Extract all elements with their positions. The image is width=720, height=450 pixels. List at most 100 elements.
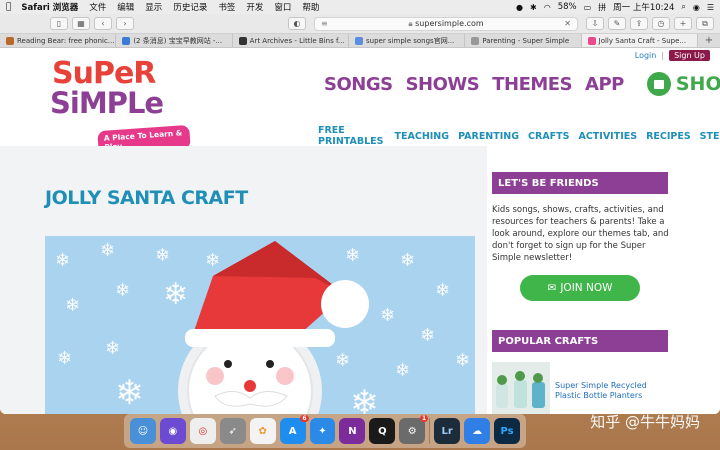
favicon-icon xyxy=(6,36,14,45)
login-link[interactable]: Login xyxy=(635,51,657,60)
subnav-crafts[interactable]: CRAFTS xyxy=(528,131,569,142)
subnav-parenting[interactable]: PARENTING xyxy=(458,131,519,142)
app-store-badge: 6 xyxy=(300,415,309,422)
signup-button[interactable]: Sign Up xyxy=(669,50,710,61)
tab-label: super simple songs官网... xyxy=(365,36,455,45)
tab-bar: Reading Bear: free phonic... (2 条消息) 宝宝早… xyxy=(0,34,720,48)
new-tab-icon[interactable]: + xyxy=(698,34,720,47)
reader-icon[interactable]: ≡ xyxy=(321,19,328,28)
tab-label: Art Archives - Little Bins f... xyxy=(249,36,345,45)
safari-icon[interactable]: ✦ xyxy=(309,418,336,444)
browser-toolbar: ▯ ▦ ‹ › ◐ ≡ 🔒︎ supersimple.com ✕ ⇩ ✎ ⇪ ◷… xyxy=(0,14,720,34)
dock: ☺ ◉ ◎ ➶ ✿ A6 ✦ N Q ⚙ 1 Lr ☁ Ps xyxy=(124,414,526,448)
bluetooth-icon[interactable]: ✱ xyxy=(530,3,537,12)
menu-file[interactable]: 文件 xyxy=(89,1,106,13)
tab-csdn[interactable]: (2 条消息) 宝宝早教网站 -... xyxy=(116,34,233,47)
app-store-icon[interactable]: A6 xyxy=(279,415,309,444)
menu-bookmarks[interactable]: 书签 xyxy=(218,1,235,13)
svg-text:❄: ❄ xyxy=(380,305,395,326)
tab-overview-button[interactable]: ▦ xyxy=(72,17,90,30)
chrome-icon[interactable]: ◎ xyxy=(189,418,216,444)
lightroom-icon[interactable]: Lr xyxy=(434,418,461,444)
svg-text:❄: ❄ xyxy=(350,383,379,414)
menu-window[interactable]: 窗口 xyxy=(274,1,291,13)
stop-icon[interactable]: ✕ xyxy=(564,19,571,28)
site-logo[interactable]: SuPeR SiMPLe A Place To Learn & Play xyxy=(50,56,191,156)
privacy-report-icon[interactable]: ◐ xyxy=(288,17,306,30)
bottle-planters-thumbnail[interactable] xyxy=(492,362,550,414)
notification-center-icon[interactable]: ☰ xyxy=(707,3,714,12)
sub-nav: FREE PRINTABLES TEACHING PARENTING CRAFT… xyxy=(318,125,720,147)
menu-develop[interactable]: 开发 xyxy=(246,1,263,13)
web-page: SuPeR SiMPLe A Place To Learn & Play Log… xyxy=(0,48,720,414)
tab-art-archives[interactable]: Art Archives - Little Bins f... xyxy=(233,34,349,47)
address-url: supersimple.com xyxy=(415,18,484,28)
photos-icon[interactable]: ✿ xyxy=(249,418,276,444)
photoshop-icon[interactable]: Ps xyxy=(494,418,520,444)
subnav-activities[interactable]: ACTIVITIES xyxy=(578,131,637,142)
menu-history[interactable]: 历史记录 xyxy=(173,1,207,13)
input-method-icon[interactable]: 拼 xyxy=(598,2,606,13)
siri-icon[interactable]: ◉ xyxy=(159,418,186,444)
address-bar[interactable]: ≡ 🔒︎ supersimple.com ✕ xyxy=(314,16,578,31)
svg-text:❄: ❄ xyxy=(345,245,360,266)
share-button[interactable]: ⇪ xyxy=(630,17,648,30)
launchpad-icon[interactable]: ➶ xyxy=(219,418,246,444)
forward-button[interactable]: › xyxy=(116,17,134,30)
add-tab-button[interactable]: + xyxy=(674,17,692,30)
nav-shows[interactable]: SHOWS xyxy=(406,74,480,95)
tab-super-simple-songs[interactable]: super simple songs官网... xyxy=(349,34,466,47)
notes-extension-icon[interactable]: ✎ xyxy=(608,17,626,30)
menu-edit[interactable]: 编辑 xyxy=(117,1,134,13)
subnav-recipes[interactable]: RECIPES xyxy=(646,131,691,142)
nav-themes[interactable]: THEMES xyxy=(492,74,572,95)
battery-percent[interactable]: 58% xyxy=(558,2,577,12)
apple-icon[interactable]:  xyxy=(6,2,11,12)
creative-cloud-icon[interactable]: ● xyxy=(516,3,523,12)
nav-shop[interactable]: SHOP xyxy=(646,72,720,96)
zhihu-watermark: 知乎 @牛牛妈妈 xyxy=(590,413,700,431)
svg-text:❄: ❄ xyxy=(395,360,410,381)
wifi-icon[interactable]: ◠ xyxy=(544,3,551,12)
tab-label: Parenting - Super Simple xyxy=(482,36,570,45)
subnav-teaching[interactable]: TEACHING xyxy=(395,131,450,142)
page-content: JOLLY SANTA CRAFT ❄ ❄ ❄ ❄ ❄ ❄ ❄ ❄ ❄ ❄ ❄ ❄ ❄ ❄ ❄ ❄ ❄… xyxy=(0,146,720,414)
svg-text:❄: ❄ xyxy=(105,338,120,359)
nav-app[interactable]: APP xyxy=(585,74,624,95)
join-now-button[interactable]: ✉ JOIN NOW xyxy=(520,275,640,301)
back-button[interactable]: ‹ xyxy=(94,17,112,30)
svg-text:❄: ❄ xyxy=(65,295,80,316)
tab-parenting[interactable]: Parenting - Super Simple xyxy=(465,34,582,47)
show-all-tabs-button[interactable]: ⧉ xyxy=(696,17,714,30)
history-extension-icon[interactable]: ◷ xyxy=(652,17,670,30)
tab-jolly-santa[interactable]: Jolly Santa Craft - Supe... xyxy=(581,34,698,47)
sidebar: LET'S BE FRIENDS Kids songs, shows, craf… xyxy=(487,146,720,414)
qq-icon[interactable]: Q xyxy=(369,418,396,444)
subnav-stem[interactable]: STEM xyxy=(700,131,720,142)
menu-help[interactable]: 帮助 xyxy=(302,1,319,13)
menu-app-name[interactable]: Safari 浏览器 xyxy=(21,1,78,13)
nav-songs[interactable]: SONGS xyxy=(324,74,393,95)
subnav-free-printables[interactable]: FREE PRINTABLES xyxy=(318,125,386,147)
system-preferences-badge: 1 xyxy=(420,415,429,422)
finder-icon[interactable]: ☺ xyxy=(130,418,156,444)
santa-illustration: ❄❄❄ ❄❄❄ ❄❄ ❄❄❄ ❄❄❄ ❄❄❄ ❄❄ ❄ xyxy=(55,240,470,414)
popular-craft-link[interactable]: Super Simple Recycled Plastic Bottle Pla… xyxy=(555,381,675,401)
system-preferences-icon[interactable]: ⚙ 1 xyxy=(399,415,429,444)
baidu-netdisk-icon[interactable]: ☁ xyxy=(464,418,491,444)
svg-text:❄: ❄ xyxy=(163,277,188,312)
menu-view[interactable]: 显示 xyxy=(145,1,162,13)
svg-text:❄: ❄ xyxy=(100,240,115,261)
tab-reading-bear[interactable]: Reading Bear: free phonic... xyxy=(0,34,117,47)
battery-icon[interactable]: ▭ xyxy=(584,3,592,12)
sidebar-toggle-button[interactable]: ▯ xyxy=(50,17,68,30)
svg-text:❄: ❄ xyxy=(335,350,350,371)
download-button[interactable]: ⇩ xyxy=(586,17,604,30)
svg-text:❄: ❄ xyxy=(420,325,435,346)
shopping-bag-icon xyxy=(646,72,671,96)
user-avatar-icon[interactable]: ◉ xyxy=(693,3,700,12)
menu-clock[interactable]: 周一 上午10:24 xyxy=(613,1,674,13)
spotlight-icon[interactable]: ⌕ xyxy=(681,2,685,12)
onenote-icon[interactable]: N xyxy=(339,418,366,444)
favicon-icon xyxy=(238,36,247,45)
